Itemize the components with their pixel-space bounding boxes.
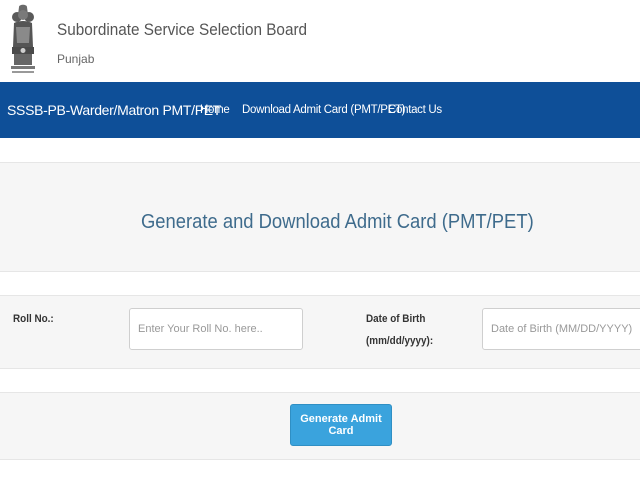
- date-of-birth-input[interactable]: [482, 308, 640, 350]
- nav-download-admit-card-link[interactable]: Download Admit Card (PMT/PET): [242, 104, 406, 116]
- admit-card-form: Roll No.: Date of Birth (mm/dd/yyyy):: [0, 295, 640, 369]
- state-emblem-icon: [11, 4, 35, 73]
- page-title: Generate and Download Admit Card (PMT/PE…: [141, 211, 534, 233]
- date-of-birth-label: Date of Birth: [366, 313, 426, 325]
- nav-home-link[interactable]: Home: [200, 104, 230, 116]
- org-subtitle: Punjab: [57, 52, 95, 66]
- title-panel: Generate and Download Admit Card (PMT/PE…: [0, 162, 640, 272]
- nav-contact-us-link[interactable]: Contact Us: [388, 104, 442, 116]
- top-navbar: SSSB-PB-Warder/Matron PMT/PET Home Downl…: [0, 82, 640, 138]
- action-panel: Generate Admit Card: [0, 392, 640, 460]
- generate-admit-card-button[interactable]: Generate Admit Card: [290, 404, 392, 446]
- site-header: Subordinate Service Selection Board Punj…: [0, 0, 640, 82]
- roll-number-label: Roll No.:: [13, 313, 54, 325]
- org-name: Subordinate Service Selection Board: [57, 20, 308, 39]
- roll-number-input[interactable]: [129, 308, 303, 350]
- navbar-brand-link[interactable]: SSSB-PB-Warder/Matron PMT/PET: [7, 102, 221, 118]
- date-of-birth-format-label: (mm/dd/yyyy):: [366, 335, 434, 347]
